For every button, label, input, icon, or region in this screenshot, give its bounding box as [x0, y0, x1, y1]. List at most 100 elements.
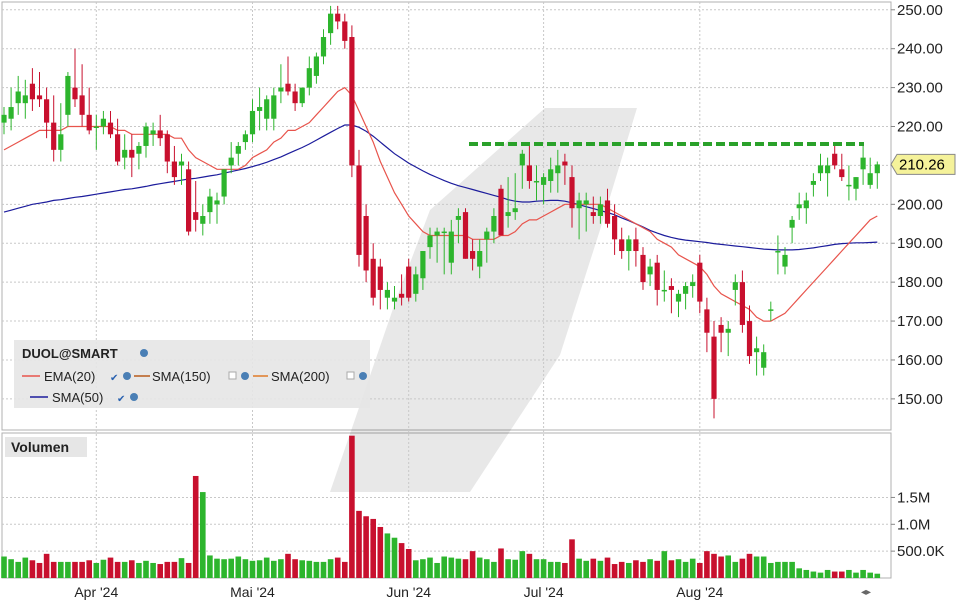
volume-tick-label: 1.0M: [897, 516, 930, 533]
volume-bar: [540, 559, 547, 578]
candle-body: [612, 216, 618, 240]
volume-bar: [143, 560, 149, 578]
candle-body: [775, 251, 781, 253]
candle-body: [583, 200, 589, 205]
volume-title-label: Volumen: [11, 439, 69, 455]
candle-body: [257, 107, 263, 111]
candle-body: [136, 145, 142, 154]
candle-body: [320, 37, 327, 57]
indicator-legend: DUOL@SMART EMA(20) ✔ SMA(150) SMA(200) S…: [14, 340, 370, 408]
volume-bar: [555, 561, 561, 578]
date-tick-label: Aug '24: [676, 584, 723, 600]
candle-body: [377, 266, 383, 290]
volume-bar: [469, 551, 476, 578]
candle-body: [384, 289, 390, 298]
check-icon[interactable]: ✔: [110, 373, 118, 384]
candle-body: [434, 231, 440, 236]
scroll-right-icon[interactable]: ◂▸: [861, 587, 871, 598]
volume-bar: [370, 518, 376, 578]
volume-bar: [150, 562, 156, 578]
last-price-tag: 210.26: [890, 153, 956, 175]
volume-bar: [192, 475, 199, 578]
candle-body: [597, 204, 603, 216]
candle-body: [697, 262, 703, 302]
volume-bar: [569, 539, 575, 578]
volume-title: Volumen: [5, 437, 87, 457]
candle-body: [683, 286, 689, 294]
volume-bar: [15, 561, 21, 578]
volume-bar: [753, 556, 760, 578]
volume-bar: [704, 551, 710, 578]
volume-bar: [618, 561, 625, 578]
globe-icon[interactable]: [359, 372, 367, 380]
candle-body: [186, 169, 192, 232]
volume-bar: [36, 562, 43, 578]
volume-bar: [626, 562, 632, 578]
candle-body: [505, 212, 511, 216]
volume-bar: [285, 553, 291, 578]
candle-body: [455, 216, 461, 220]
volume-bar: [58, 561, 64, 578]
volume-bar: [164, 561, 171, 578]
candle-body: [235, 145, 241, 154]
globe-icon[interactable]: [241, 372, 249, 380]
candle-body: [533, 180, 540, 183]
price-tick-label: 220.00: [897, 119, 943, 136]
price-axis: 150.00 160.00 170.00 180.00 190.00 200.00 210.…: [891, 2, 943, 408]
price-tick-label: 240.00: [897, 41, 943, 58]
candle-body: [541, 177, 547, 185]
candle-body: [427, 235, 433, 248]
volume-bar: [775, 561, 781, 578]
candle-body: [129, 149, 135, 158]
candle-body: [576, 200, 582, 209]
volume-bar: [334, 557, 341, 578]
candle-body: [839, 169, 845, 178]
candle-body: [15, 91, 21, 104]
candle-body: [477, 251, 483, 267]
candle-body: [107, 122, 114, 135]
candle-body: [718, 324, 724, 333]
price-tick-label: 170.00: [897, 313, 943, 330]
candle-body: [654, 262, 660, 290]
checkbox-icon[interactable]: [228, 371, 237, 380]
volume-bar: [853, 572, 859, 578]
candle-body: [264, 99, 270, 119]
volume-bar: [860, 569, 866, 578]
candle-body: [328, 13, 334, 34]
candle-body: [178, 161, 185, 166]
candle-body: [810, 180, 816, 185]
volume-bar: [185, 562, 192, 578]
globe-icon[interactable]: [123, 372, 131, 380]
volume-bar: [349, 435, 355, 578]
price-tick-label: 190.00: [897, 235, 943, 252]
volume-bar: [562, 562, 568, 578]
volume-bar: [491, 561, 497, 578]
volume-bar: [796, 568, 802, 578]
globe-icon[interactable]: [130, 393, 138, 401]
volume-bar: [739, 558, 746, 578]
volume-bar: [810, 571, 817, 578]
candle-body: [739, 282, 745, 325]
date-tick-label: Jul '24: [524, 584, 564, 600]
volume-bar: [136, 562, 142, 578]
candle-body: [867, 173, 873, 185]
candle-body: [150, 130, 156, 135]
candle-body: [306, 68, 312, 88]
legend-symbol: DUOL@SMART: [22, 346, 118, 361]
volume-bar: [689, 558, 696, 578]
globe-icon[interactable]: [140, 349, 148, 357]
volume-bar: [697, 562, 703, 578]
volume-bar: [831, 571, 838, 578]
volume-bar: [455, 558, 462, 578]
candle-body: [562, 161, 568, 166]
candle-body: [441, 231, 447, 234]
candle-body: [313, 56, 319, 76]
date-axis: Apr '24 Mai '24 Jun '24 Jul '24 Aug '24: [74, 584, 723, 600]
volume-bar: [221, 559, 227, 578]
candle-body: [846, 184, 852, 187]
check-icon[interactable]: ✔: [117, 394, 125, 405]
volume-bar: [462, 559, 469, 578]
stock-chart: 150.00 160.00 170.00 180.00 190.00 200.00 210.…: [1, 1, 956, 600]
volume-bar: [746, 553, 753, 578]
checkbox-icon[interactable]: [346, 371, 355, 380]
